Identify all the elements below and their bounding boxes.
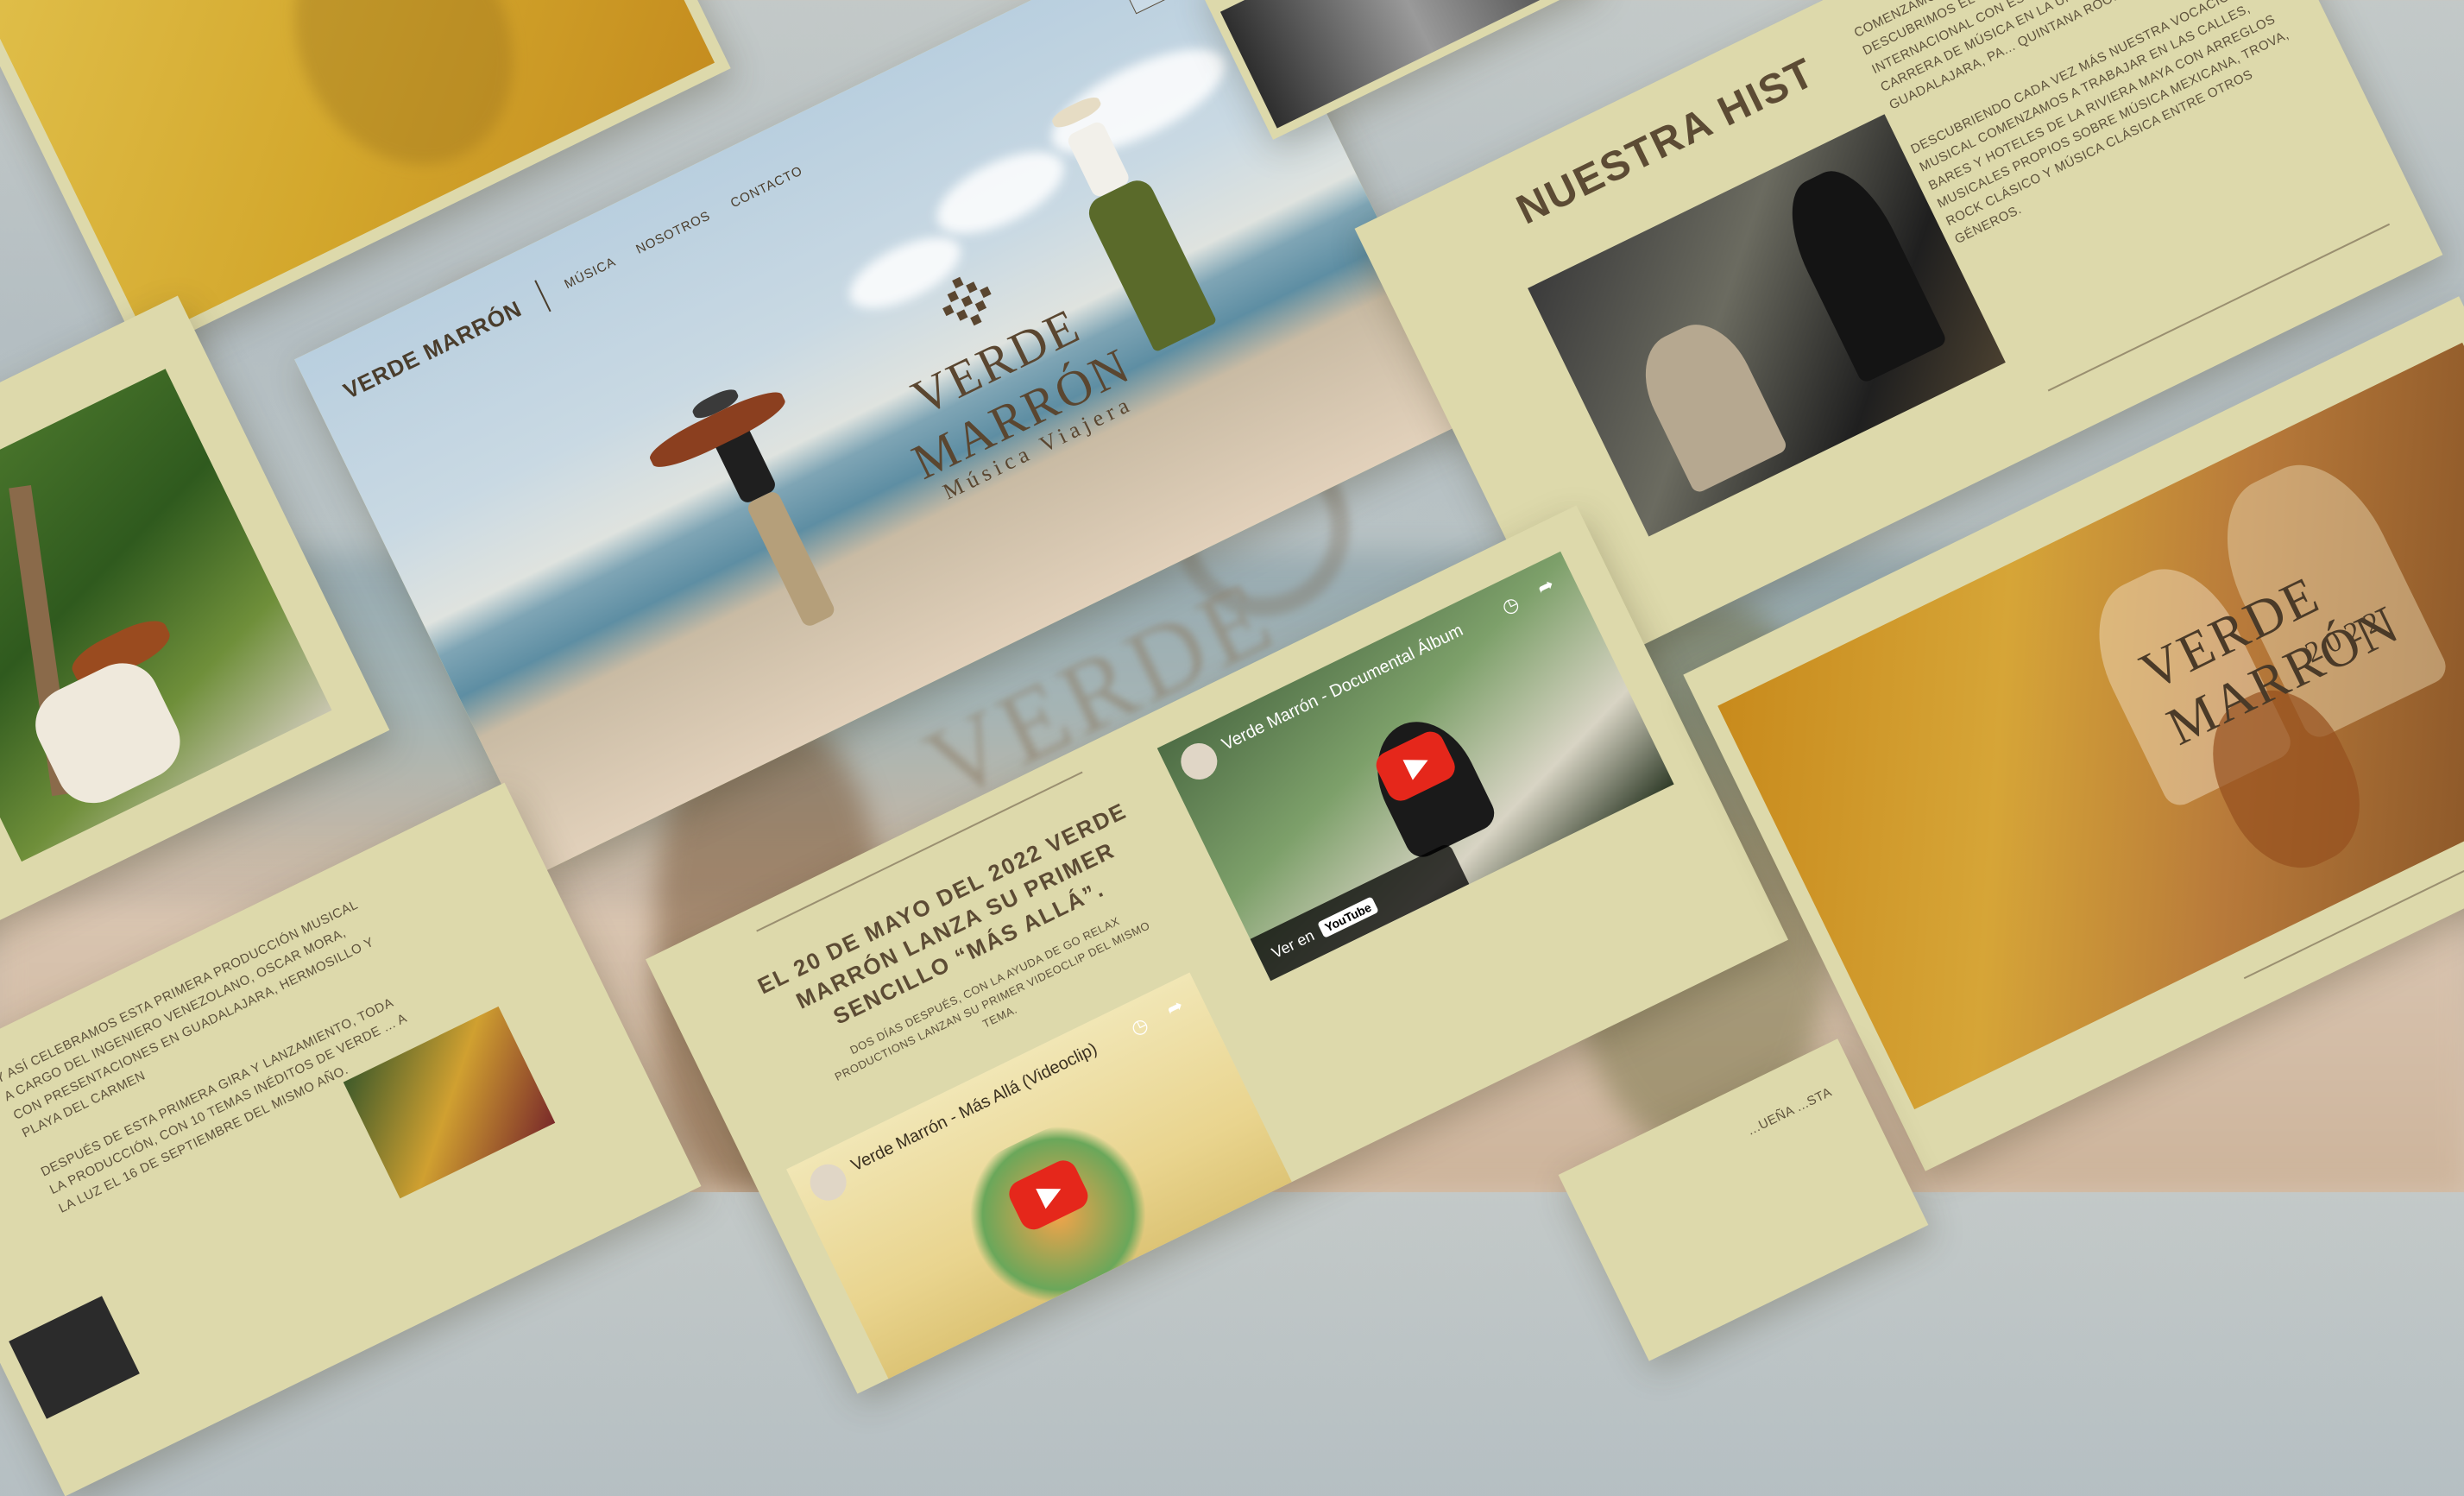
watch-on-label: Ver en [1269, 925, 1317, 962]
clock-icon-2[interactable]: ◷ [1127, 1013, 1152, 1040]
channel-avatar-2[interactable] [803, 1158, 853, 1207]
photo-person-1 [1627, 309, 1789, 495]
nav-divider [534, 280, 551, 312]
photo-person-2 [1771, 156, 1948, 385]
gira-photo-2 [9, 1296, 140, 1419]
clock-icon[interactable]: ◷ [1498, 592, 1523, 620]
channel-avatar[interactable] [1175, 736, 1224, 786]
gold-photo-figure [254, 0, 554, 202]
share-icon[interactable]: ➦ [1534, 573, 1558, 600]
share-icon-2[interactable]: ➦ [1163, 994, 1187, 1020]
youtube-logo-icon: YouTube [1317, 896, 1379, 938]
bottom-fragment-text: ...UEÑA ...STA [1745, 1084, 1835, 1139]
watch-on-youtube[interactable]: Ver en YouTube [1250, 842, 1470, 982]
